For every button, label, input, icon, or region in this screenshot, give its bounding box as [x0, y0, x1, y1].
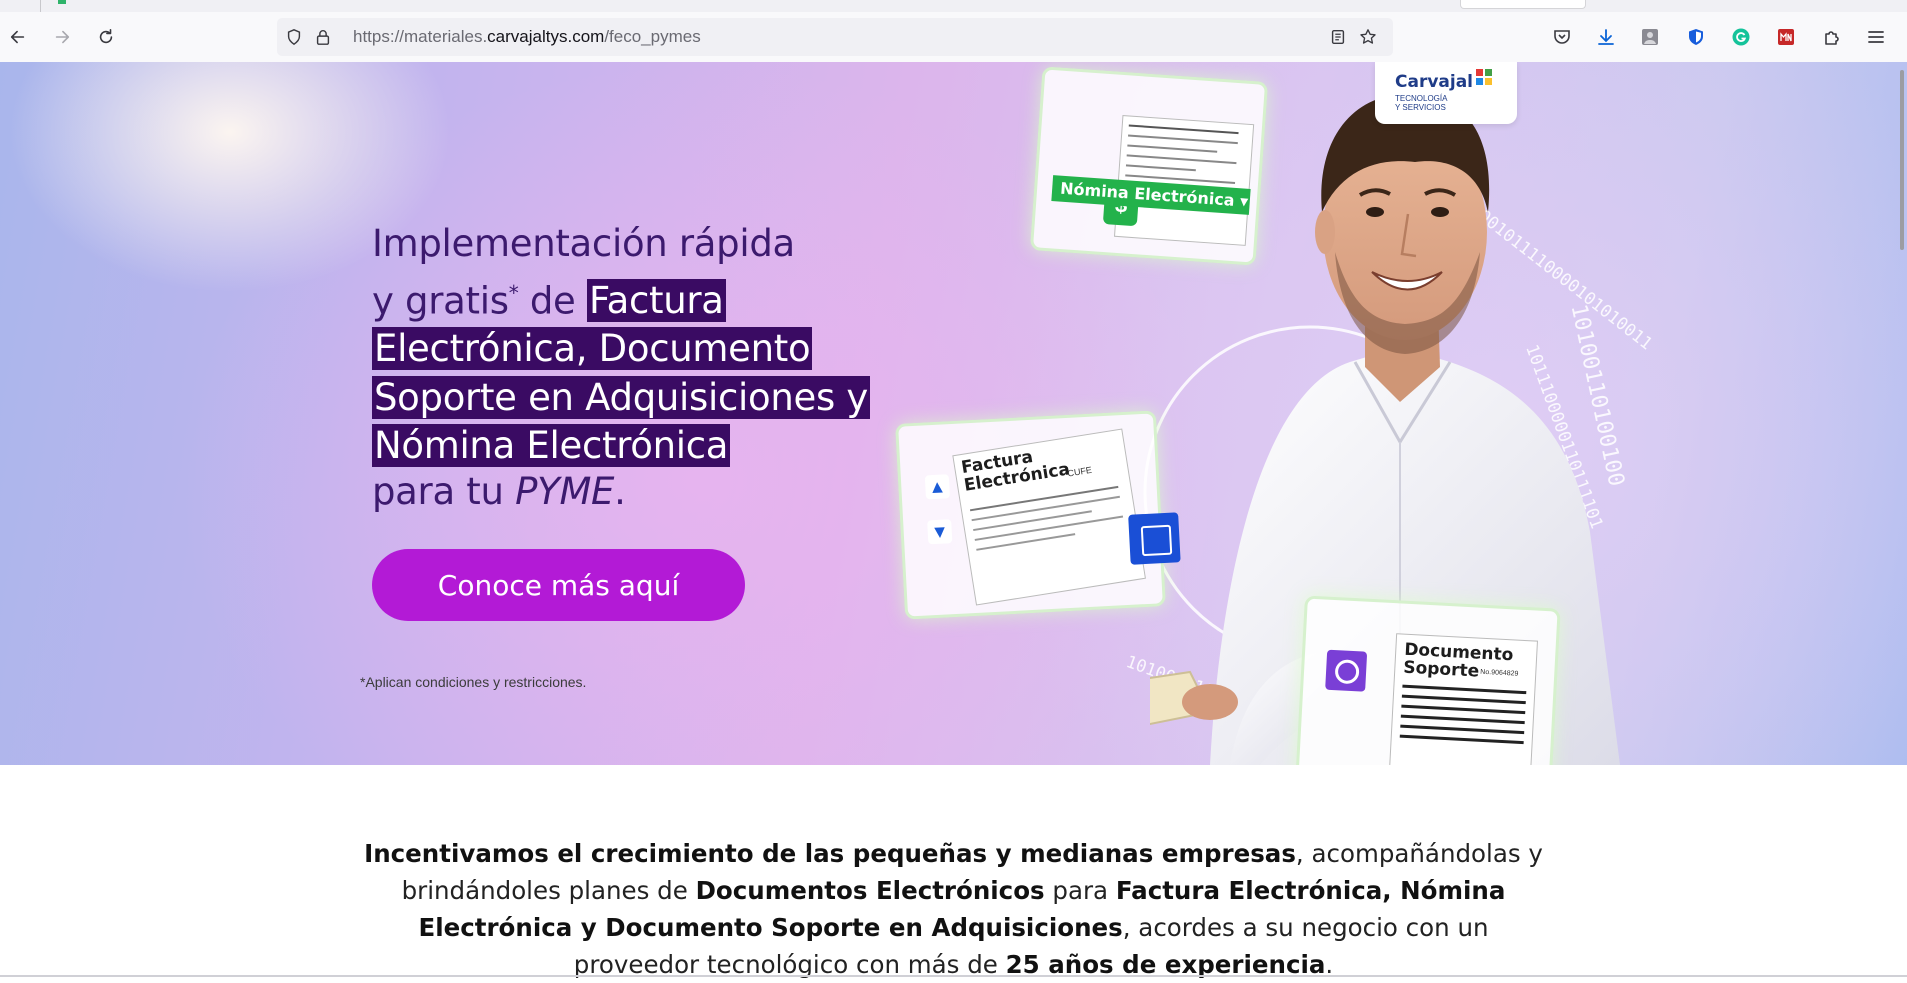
profile-icon[interactable]	[1638, 25, 1662, 49]
conoce-mas-button[interactable]: Conoce más aquí	[372, 549, 745, 621]
headline-highlight: Electrónica, Documento	[372, 327, 813, 371]
cufe-label: CUFE	[1066, 464, 1093, 479]
active-tab[interactable]	[1460, 0, 1586, 9]
invoice-machine-icon	[1128, 512, 1181, 565]
nomina-electronica-card: $	[1029, 66, 1269, 266]
support-document: Documento Soporte No.9064829	[1388, 633, 1538, 765]
logo-name: Carvajal	[1395, 72, 1474, 92]
tab-divider	[40, 0, 41, 12]
hero-headline: Implementación rápida y gratis* de Factu…	[372, 220, 892, 513]
headline-line: y gratis* de Factura	[372, 278, 726, 322]
headline-highlight: Factura	[586, 278, 726, 322]
extension-red-icon[interactable]	[1774, 25, 1798, 49]
factura-title: Factura Electrónica	[959, 446, 1072, 496]
intro-paragraph: Incentivamos el crecimiento de las peque…	[360, 835, 1547, 983]
download-icon[interactable]	[1594, 25, 1618, 49]
headline-line: Soporte en Adquisiciones y	[372, 374, 892, 423]
pyme-word: PYME	[515, 469, 615, 513]
headline-line: Implementación rápida	[372, 222, 795, 265]
extensions-puzzle-icon[interactable]	[1820, 25, 1844, 49]
url-bar[interactable]: https://materiales.carvajaltys.com/feco_…	[277, 18, 1393, 56]
navigation-toolbar: https://materiales.carvajaltys.com/feco_…	[0, 12, 1907, 63]
back-arrow-icon[interactable]	[6, 25, 30, 49]
carvajal-logo[interactable]: Carvajal TECNOLOGÍA Y SERVICIOS	[1375, 62, 1517, 124]
url-domain: carvajaltys.com	[487, 27, 605, 46]
arrow-up-icon: ▲	[924, 474, 951, 500]
headline-highlight: Soporte en Adquisiciones y	[372, 375, 870, 419]
arrow-down-icon: ▼	[927, 519, 953, 545]
url-prefix: https://materiales.	[353, 27, 488, 46]
reader-view-icon[interactable]	[1329, 28, 1347, 46]
intro-bold: Incentivamos el crecimiento de las peque…	[364, 839, 1296, 868]
invoice-document: Factura Electrónica CUFE	[952, 428, 1146, 606]
page-scrollbar[interactable]	[1897, 62, 1907, 977]
pocket-icon[interactable]	[1550, 25, 1574, 49]
url-text[interactable]: https://materiales.carvajaltys.com/feco_…	[353, 27, 701, 47]
headline-line: Electrónica, Documento	[372, 325, 892, 374]
grammarly-icon[interactable]	[1729, 25, 1753, 49]
intro-bold: Documentos Electrónicos	[695, 876, 1045, 905]
tab-strip	[0, 0, 1907, 12]
document-badge-icon	[1325, 649, 1368, 692]
tab-indicator	[58, 0, 66, 4]
url-path: /feco_pymes	[604, 27, 701, 46]
logo-mark-icon	[1476, 69, 1492, 85]
logo-subtitle: TECNOLOGÍA Y SERVICIOS	[1395, 94, 1448, 112]
hero-banner: 1010011001011110000101010011 10100110100…	[0, 62, 1907, 765]
scrollbar-thumb[interactable]	[1900, 70, 1904, 250]
headline-line: para tu PYME.	[372, 469, 626, 513]
documento-soporte-card: Documento Soporte No.9064829	[1295, 595, 1561, 765]
lock-icon[interactable]	[314, 28, 332, 46]
intro-text: para	[1044, 876, 1116, 905]
hero-copy: Implementación rápida y gratis* de Factu…	[372, 220, 892, 513]
bookmark-star-icon[interactable]	[1359, 28, 1377, 46]
reload-icon[interactable]	[94, 25, 118, 49]
menu-icon[interactable]	[1864, 25, 1888, 49]
headline-highlight: Nómina Electrónica	[372, 424, 731, 468]
disclaimer-text: *Aplican condiciones y restricciones.	[360, 674, 587, 690]
headline-line: Nómina Electrónica	[372, 422, 892, 471]
bitwarden-icon[interactable]	[1684, 25, 1708, 49]
shield-icon[interactable]	[285, 28, 303, 46]
factura-electronica-card: Factura Electrónica CUFE ▲ ▼	[895, 410, 1181, 620]
forward-arrow-icon[interactable]	[50, 25, 74, 49]
